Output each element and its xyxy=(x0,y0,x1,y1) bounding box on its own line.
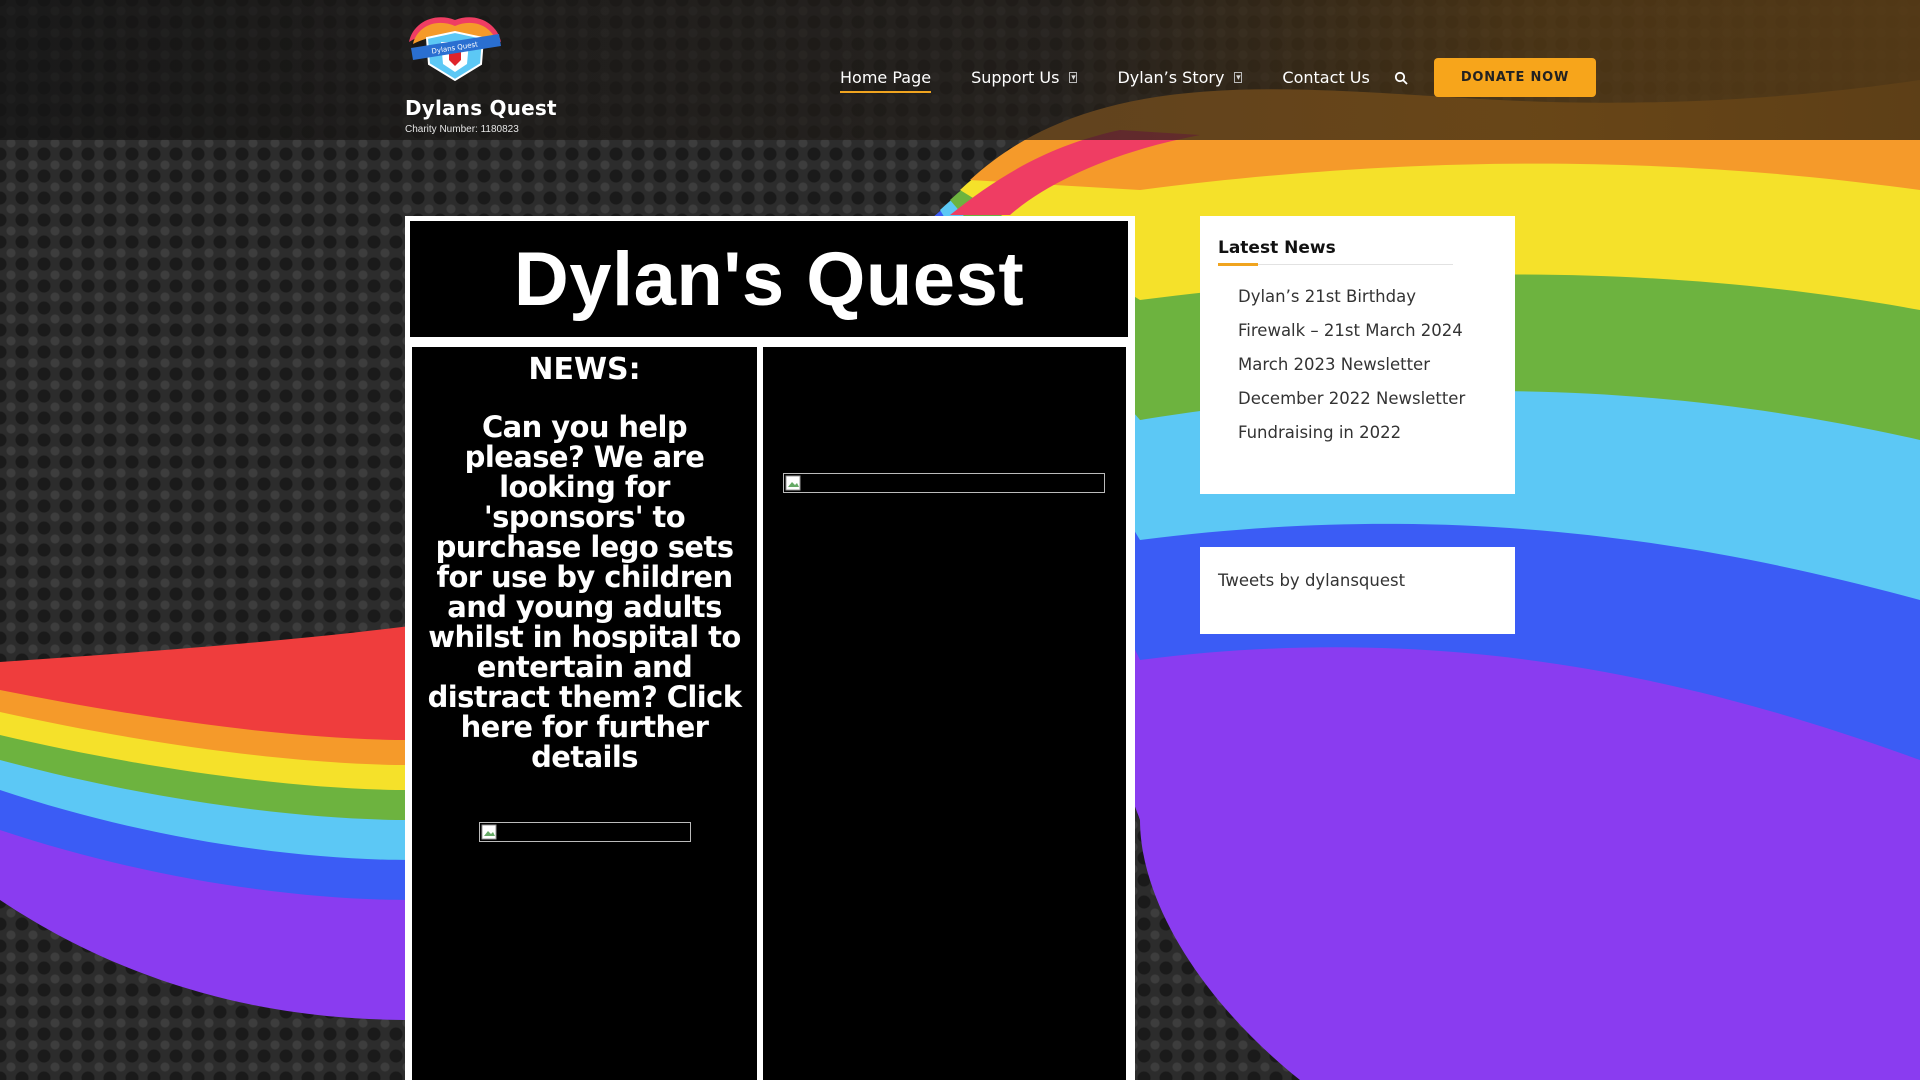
nav-dylans-story-label: Dylan’s Story xyxy=(1117,68,1225,87)
donate-now-button[interactable]: DONATE NOW xyxy=(1433,58,1597,97)
list-item[interactable]: March 2023 Newsletter xyxy=(1238,355,1497,374)
list-item[interactable]: Dylan’s 21st Birthday xyxy=(1238,287,1497,306)
main-content: Dylan's Quest NEWS: Can you help please?… xyxy=(405,216,1135,1080)
news-link[interactable]: Can you help please? We are looking for … xyxy=(412,412,757,772)
page-title: Dylan's Quest xyxy=(513,236,1025,322)
search-icon[interactable] xyxy=(1394,71,1408,85)
brand: Dylans Quest Dylans Quest Charity Number… xyxy=(405,12,557,135)
news-heading: NEWS: xyxy=(528,352,641,387)
nav-contact-us[interactable]: Contact Us xyxy=(1282,68,1369,87)
media-image[interactable] xyxy=(783,473,1105,493)
list-item[interactable]: Fundraising in 2022 xyxy=(1238,423,1497,442)
news-column: NEWS: Can you help please? We are lookin… xyxy=(412,347,757,1080)
tweets-link[interactable]: Tweets by dylansquest xyxy=(1218,571,1497,590)
logo-icon[interactable]: Dylans Quest xyxy=(405,12,505,84)
chevron-down-icon[interactable]: ▾ xyxy=(1069,72,1078,83)
list-item[interactable]: Firewalk – 21st March 2024 xyxy=(1238,321,1497,340)
tweets-widget: Tweets by dylansquest xyxy=(1200,547,1515,634)
latest-news-list: Dylan’s 21st Birthday Firewalk – 21st Ma… xyxy=(1218,287,1497,442)
nav-contact-us-label: Contact Us xyxy=(1282,68,1370,87)
nav-home-page[interactable]: Home Page xyxy=(840,68,932,93)
content-columns: NEWS: Can you help please? We are lookin… xyxy=(412,347,1130,1080)
title-band: Dylan's Quest xyxy=(410,221,1128,337)
latest-news-widget: Latest News Dylan’s 21st Birthday Firewa… xyxy=(1200,216,1515,494)
news-image[interactable] xyxy=(478,822,691,842)
list-item[interactable]: December 2022 Newsletter xyxy=(1238,389,1497,408)
latest-news-title: Latest News xyxy=(1218,238,1453,266)
charity-number: Charity Number: 1180823 xyxy=(405,124,519,135)
main-nav: Home Page Support Us ▾ Dylan’s Story ▾ C… xyxy=(840,58,1597,97)
media-column xyxy=(763,347,1126,1080)
site-title[interactable]: Dylans Quest xyxy=(405,96,557,120)
site-header: Dylans Quest Dylans Quest Charity Number… xyxy=(0,0,1920,140)
broken-image-icon xyxy=(481,824,496,840)
nav-support-us[interactable]: Support Us ▾ xyxy=(971,68,1078,87)
nav-home-page-label: Home Page xyxy=(840,68,932,87)
chevron-down-icon[interactable]: ▾ xyxy=(1234,72,1243,83)
broken-image-icon xyxy=(785,475,801,491)
nav-support-us-label: Support Us xyxy=(971,68,1060,87)
nav-dylans-story[interactable]: Dylan’s Story ▾ xyxy=(1117,68,1243,87)
